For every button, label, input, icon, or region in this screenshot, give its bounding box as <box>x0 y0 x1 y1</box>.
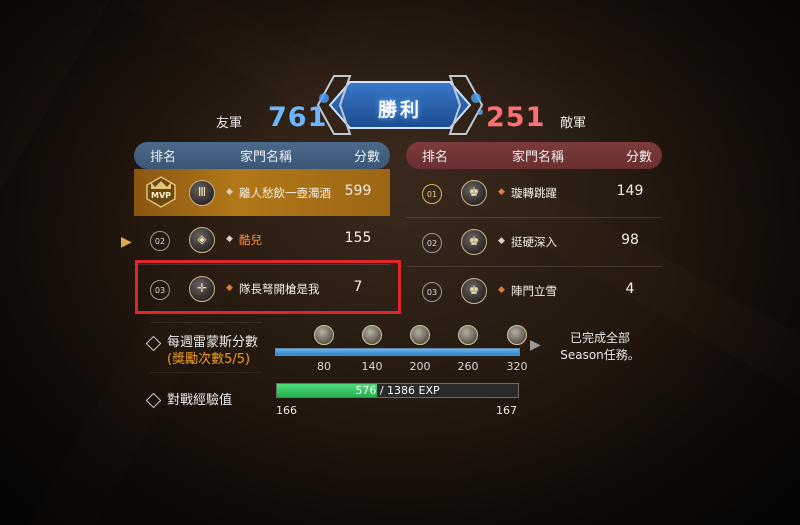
guild-emblem-icon: Ⅲ <box>189 180 215 206</box>
player-score: 98 <box>621 232 639 248</box>
player-score: 155 <box>344 230 372 246</box>
class-icon: ◆ <box>226 234 233 244</box>
reward-medal-icon[interactable] <box>458 325 478 345</box>
exp-current: 576 <box>355 384 377 397</box>
class-icon: ◆ <box>226 187 233 197</box>
rank-badge: 01 <box>422 184 442 204</box>
chevron-right-icon[interactable]: ▶ <box>530 337 541 353</box>
weekly-progress-fill <box>276 349 519 355</box>
family-column-header: 家門名稱 <box>240 150 293 165</box>
player-score: 599 <box>344 183 372 199</box>
level-from: 166 <box>276 404 297 417</box>
battle-exp-label: 對戰經驗值 <box>167 393 233 408</box>
player-name: 酷兒 <box>239 233 262 247</box>
class-icon: ◆ <box>498 236 505 246</box>
victory-banner: 勝利 <box>310 68 490 142</box>
rank-badge: 02 <box>422 233 442 253</box>
class-icon: ◆ <box>498 187 505 197</box>
completion-line-1: 已完成全部 <box>569 331 630 345</box>
player-name: 離人愁飲一壺濁酒 <box>239 186 331 200</box>
reward-medal-icon[interactable] <box>410 325 430 345</box>
level-to: 167 <box>496 404 517 417</box>
reward-count: (獎勵次數5/5) <box>167 352 251 367</box>
guild-emblem-icon: ♚ <box>461 278 487 304</box>
exp-total: / 1386 EXP <box>379 384 440 397</box>
ally-label: 友軍 <box>216 116 243 131</box>
progress-tick: 320 <box>506 360 528 373</box>
ally-total-score: 761 <box>268 102 328 133</box>
weekly-progress-bar <box>275 348 520 356</box>
enemy-scoreboard: 排名 家門名稱 分數 01 ♚ ◆ 璇轉跳躍 149 02 ♚ ◆ 挺硬深入 9… <box>406 142 662 315</box>
exp-text: 576 / 1386 EXP <box>277 384 518 397</box>
player-name: 璇轉跳躍 <box>511 186 557 200</box>
player-name: 挺硬深入 <box>511 235 557 249</box>
result-title: 勝利 <box>377 99 422 121</box>
player-score: 149 <box>616 183 644 199</box>
completion-line-2: Season任務。 <box>560 348 640 362</box>
completion-message: 已完成全部 Season任務。 <box>557 330 643 364</box>
current-player-arrow-icon: ▶ <box>121 234 132 250</box>
score-column-header: 分數 <box>354 150 381 165</box>
svg-text:MVP: MVP <box>151 191 171 200</box>
progress-tick: 80 <box>317 360 331 373</box>
rank-badge: 03 <box>422 282 442 302</box>
progress-tick: 200 <box>409 360 431 373</box>
progress-tick: 260 <box>457 360 479 373</box>
class-icon: ◆ <box>498 285 505 295</box>
enemy-label: 敵軍 <box>560 116 587 131</box>
progress-tick: 140 <box>361 360 383 373</box>
reward-medal-icon[interactable] <box>507 325 527 345</box>
enemy-row[interactable]: 02 ♚ ◆ 挺硬深入 98 <box>406 218 662 267</box>
guild-emblem-icon: ♚ <box>461 180 487 206</box>
rank-badge: 02 <box>150 231 170 251</box>
score-column-header: 分數 <box>626 150 653 165</box>
guild-emblem-icon: ◈ <box>189 227 215 253</box>
player-score: 4 <box>625 281 635 297</box>
section-divider <box>150 322 262 323</box>
player-name: 陣門立雪 <box>511 284 557 298</box>
enemy-table-header: 排名 家門名稱 分數 <box>406 142 662 169</box>
mvp-badge-icon: MVP <box>146 176 176 208</box>
highlight-box <box>135 260 401 314</box>
family-column-header: 家門名稱 <box>512 150 565 165</box>
rank-column-header: 排名 <box>150 150 177 165</box>
reward-medal-icon[interactable] <box>362 325 382 345</box>
rank-column-header: 排名 <box>422 150 449 165</box>
enemy-total-score: 251 <box>486 102 546 133</box>
ally-row[interactable]: 02 ◈ ◆ 酷兒 155 <box>134 216 390 265</box>
ally-table-header: 排名 家門名稱 分數 <box>134 142 390 169</box>
section-divider <box>150 372 262 373</box>
enemy-row[interactable]: 01 ♚ ◆ 璇轉跳躍 149 <box>406 169 662 218</box>
enemy-row[interactable]: 03 ♚ ◆ 陣門立雪 4 <box>406 267 662 315</box>
exp-progress-bar: 576 / 1386 EXP <box>276 383 519 398</box>
reward-medal-icon[interactable] <box>314 325 334 345</box>
ally-row[interactable]: MVP Ⅲ ◆ 離人愁飲一壺濁酒 599 <box>134 169 390 216</box>
guild-emblem-icon: ♚ <box>461 229 487 255</box>
